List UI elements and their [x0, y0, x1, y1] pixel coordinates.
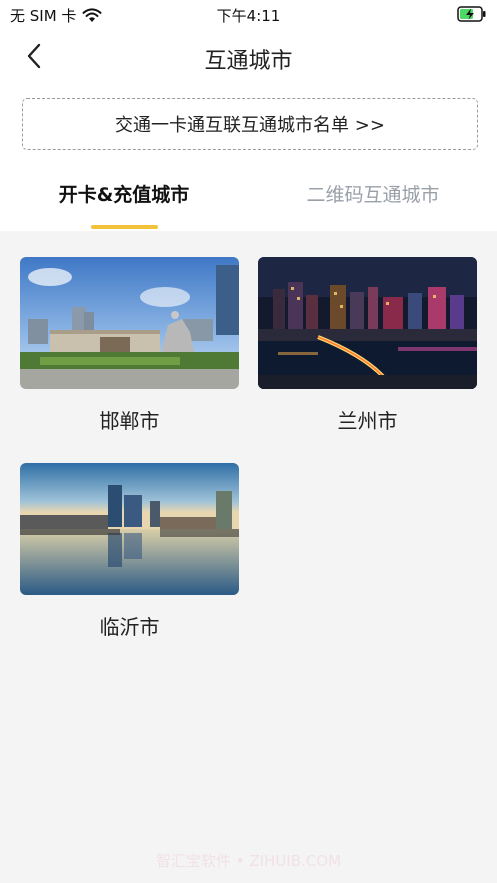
interconnected-city-list-link[interactable]: 交通一卡通互联互通城市名单 >>	[22, 98, 478, 150]
status-time: 下午4:11	[216, 7, 281, 25]
battery-charging-icon	[457, 6, 486, 22]
city-card-lanzhou[interactable]: 兰州市	[258, 257, 477, 434]
city-photo-linyi	[20, 463, 239, 595]
city-photo-lanzhou	[258, 257, 477, 389]
tab-label: 开卡&充值城市	[58, 184, 190, 206]
active-tab-indicator	[91, 225, 158, 229]
page-title: 互通城市	[204, 49, 293, 74]
header-panel: 交通一卡通互联互通城市名单 >> 开卡&充值城市 二维码互通城市	[0, 82, 497, 231]
tab-label: 二维码互通城市	[306, 184, 440, 206]
city-photo-handan	[20, 257, 239, 389]
city-card-handan[interactable]: 邯郸市	[20, 257, 239, 434]
watermark: 智汇宝软件 • ZIHUIB.COM	[155, 852, 342, 870]
navigation-bar: 互通城市	[0, 30, 497, 82]
city-name: 邯郸市	[99, 409, 160, 433]
city-name: 临沂市	[99, 615, 160, 639]
tab-qr-code-cities[interactable]: 二维码互通城市	[249, 180, 497, 220]
status-bar: 无 SIM 卡 下午4:11	[0, 0, 497, 30]
list-link-label: 交通一卡通互联互通城市名单 >>	[115, 115, 385, 136]
tab-card-recharge-cities[interactable]: 开卡&充值城市	[0, 180, 248, 220]
city-card-linyi[interactable]: 临沂市	[20, 463, 239, 640]
city-name: 兰州市	[337, 409, 398, 433]
